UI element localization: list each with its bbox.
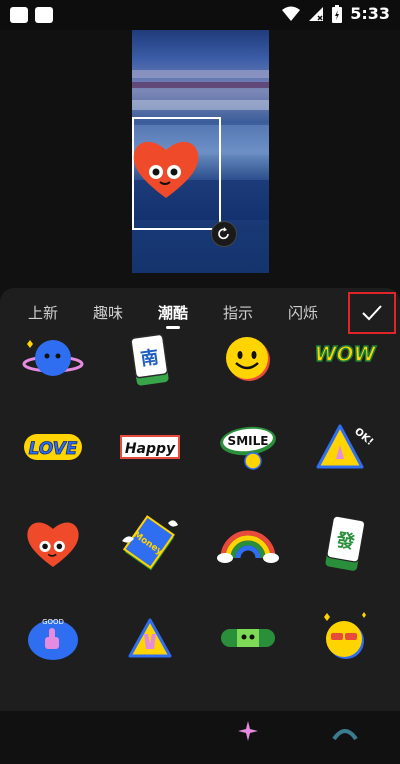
rotate-icon [218, 227, 229, 240]
cellular-signal-icon [309, 6, 324, 21]
flying-money-sticker[interactable]: Money [117, 511, 183, 577]
status-time: 5:33 [350, 4, 390, 23]
sparkle-sticker[interactable] [215, 698, 281, 764]
heart-face-sticker[interactable] [20, 511, 86, 577]
battery-charging-icon [332, 4, 343, 23]
cool-face-sticker[interactable] [312, 605, 378, 671]
partial-sticker[interactable] [312, 698, 378, 764]
tab-cool[interactable]: 潮酷 [158, 302, 188, 323]
happy-sticker[interactable]: Happy [117, 414, 183, 480]
wifi-icon [282, 6, 301, 21]
ok-label: OK! [352, 426, 374, 448]
wow-sticker[interactable]: WOW [312, 320, 378, 386]
status-bar: 5:33 [0, 0, 400, 30]
notification-icon [35, 7, 53, 23]
rotate-handle[interactable] [211, 221, 237, 247]
good-label: GOOD [42, 618, 64, 626]
smile-label: SMILE [228, 434, 269, 448]
love-label: LOVE [29, 439, 78, 459]
peace-sign-sticker[interactable] [117, 605, 183, 671]
ok-hand-sticker[interactable]: OK! [312, 414, 378, 480]
bandage-sticker[interactable] [215, 605, 281, 671]
happy-label: Happy [125, 441, 176, 457]
love-sticker[interactable]: LOVE [20, 414, 86, 480]
tab-indicator[interactable]: 指示 [223, 302, 253, 323]
smile-sticker[interactable]: SMILE [215, 414, 281, 480]
mahjong-south-sticker[interactable]: 南 [117, 328, 183, 394]
tab-new[interactable]: 上新 [28, 302, 58, 323]
good-thumb-sticker[interactable]: GOOD [20, 605, 86, 671]
rainbow-sticker[interactable] [215, 511, 281, 577]
notification-icon [10, 7, 28, 23]
mahjong-label: 南 [139, 346, 160, 370]
smiley-sticker[interactable] [215, 326, 281, 392]
mahjong-fa-sticker[interactable]: 發 [312, 511, 378, 577]
wow-label: WOW [314, 342, 376, 366]
heart-sticker-on-canvas[interactable] [132, 138, 200, 200]
sticker-panel: 上新 趣味 潮酷 指示 闪烁 南 WOW LOVE Happy SMILE OK… [0, 288, 400, 741]
tab-fun[interactable]: 趣味 [93, 302, 123, 323]
planet-sticker[interactable] [20, 328, 86, 394]
